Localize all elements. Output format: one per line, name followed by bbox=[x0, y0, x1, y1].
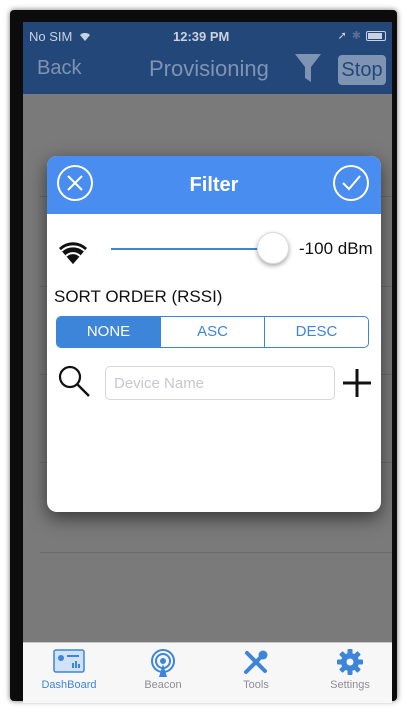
confirm-button[interactable] bbox=[333, 165, 369, 201]
carrier-label: No SIM bbox=[29, 29, 73, 44]
tab-bar: DashBoard Beacon Tools Settings bbox=[23, 642, 392, 703]
gear-icon bbox=[337, 649, 363, 675]
tab-label-tools: Tools bbox=[243, 679, 269, 691]
checkmark-icon bbox=[342, 175, 361, 191]
nav-title: Provisioning bbox=[149, 56, 269, 81]
back-button[interactable]: Back bbox=[37, 57, 81, 80]
close-button[interactable] bbox=[57, 165, 93, 201]
status-time: 12:39 PM bbox=[173, 29, 230, 44]
tab-tools[interactable]: Tools bbox=[216, 649, 296, 691]
battery-icon bbox=[366, 30, 386, 41]
sort-order-label: SORT ORDER (RSSI) bbox=[54, 287, 223, 306]
stop-button[interactable]: Stop bbox=[338, 55, 386, 85]
sort-option-desc[interactable]: DESC bbox=[265, 317, 368, 347]
rssi-slider-thumb[interactable] bbox=[257, 232, 289, 264]
status-right-icons: ➚ ✱ bbox=[338, 29, 386, 42]
tab-beacon[interactable]: Beacon bbox=[123, 649, 203, 691]
dialog-title: Filter bbox=[189, 174, 239, 196]
rssi-value-label: -100 dBm bbox=[299, 239, 373, 258]
tab-label-beacon: Beacon bbox=[144, 679, 182, 691]
location-icon: ➚ bbox=[337, 30, 347, 42]
tools-icon bbox=[244, 650, 268, 674]
app-screen: No SIM 12:39 PM ➚ ✱ Back Provisioning St… bbox=[23, 22, 392, 703]
add-icon[interactable] bbox=[341, 367, 373, 399]
status-carrier: No SIM bbox=[29, 29, 90, 44]
bluetooth-icon: ✱ bbox=[351, 30, 361, 42]
sort-order-segmented-control: NONE ASC DESC bbox=[56, 316, 369, 348]
sort-option-none[interactable]: NONE bbox=[57, 317, 161, 347]
rssi-slider-track[interactable] bbox=[111, 248, 261, 250]
tab-settings[interactable]: Settings bbox=[310, 649, 390, 691]
close-icon bbox=[67, 175, 83, 191]
tab-label-settings: Settings bbox=[330, 679, 370, 691]
dashboard-icon bbox=[53, 649, 85, 673]
device-name-input[interactable] bbox=[105, 366, 335, 400]
filter-dialog: Filter -100 dBm SORT ORDER (RSSI) NONE A… bbox=[47, 156, 381, 512]
tab-dashboard[interactable]: DashBoard bbox=[29, 649, 109, 691]
navigation-bar: No SIM 12:39 PM ➚ ✱ Back Provisioning St… bbox=[23, 22, 392, 94]
list-separator bbox=[40, 552, 392, 553]
sort-option-asc[interactable]: ASC bbox=[161, 317, 265, 347]
filter-funnel-icon[interactable] bbox=[295, 54, 321, 82]
wifi-status-icon bbox=[79, 33, 90, 41]
signal-strength-icon bbox=[59, 242, 87, 264]
tab-label-dashboard: DashBoard bbox=[41, 679, 97, 691]
beacon-icon bbox=[151, 649, 175, 677]
search-icon bbox=[58, 365, 90, 397]
